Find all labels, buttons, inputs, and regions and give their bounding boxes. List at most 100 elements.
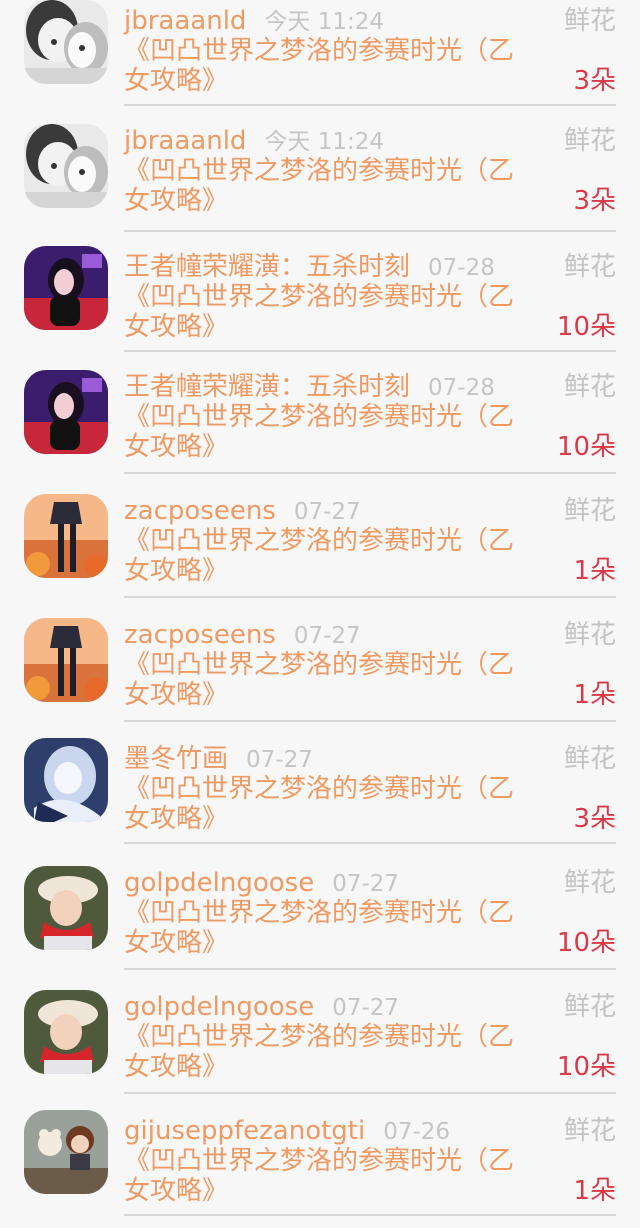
- avatar-image: [24, 124, 108, 208]
- flower-count: 1朵: [573, 556, 616, 586]
- work-title[interactable]: 《凹凸世界之梦洛的参赛时光（乙女攻略》: [124, 36, 524, 96]
- gift-type-label: 鲜花: [563, 252, 616, 282]
- list-item[interactable]: jbraaanld 今天 11:24 鲜花《凹凸世界之梦洛的参赛时光（乙女攻略》 3朵: [0, 124, 640, 232]
- flower-count: 1朵: [573, 680, 616, 710]
- avatar[interactable]: [24, 990, 108, 1074]
- record-content: zacposeens 07-27 鲜花《凹凸世界之梦洛的参赛时光（乙女攻略》 1朵: [124, 496, 616, 598]
- list-item[interactable]: golpdelngoose 07-27 鲜花《凹凸世界之梦洛的参赛时光（乙女攻略》 1…: [0, 990, 640, 1094]
- avatar-image: [24, 246, 108, 330]
- gift-type-label: 鲜花: [563, 6, 616, 36]
- list-item[interactable]: zacposeens 07-27 鲜花《凹凸世界之梦洛的参赛时光（乙女攻略》 1朵: [0, 618, 640, 722]
- username[interactable]: golpdelngoose 07-27: [124, 992, 399, 1023]
- record-content: golpdelngoose 07-27 鲜花《凹凸世界之梦洛的参赛时光（乙女攻略》 1…: [124, 992, 616, 1094]
- avatar[interactable]: [24, 1110, 108, 1194]
- gift-type-label: 鲜花: [563, 620, 616, 650]
- record-content: 墨冬竹画 07-27 鲜花 《凹凸世界之梦洛的参赛时光（乙女攻略》 3朵: [124, 744, 616, 844]
- list-item[interactable]: gijuseppfezanotgti 07-26 鲜花《凹凸世界之梦洛的参赛时光（乙…: [0, 1110, 640, 1216]
- username-text: 王者幢荣耀潢：五杀时刻: [124, 252, 411, 282]
- avatar[interactable]: [24, 370, 108, 454]
- username-text: zacposeens: [124, 496, 276, 526]
- flower-count: 1朵: [573, 1176, 616, 1206]
- list-item[interactable]: jbraaanld 今天 11:24 鲜花《凹凸世界之梦洛的参赛时光（乙女攻略》 3朵: [0, 0, 640, 106]
- list-item[interactable]: 王者幢荣耀潢：五杀时刻 07-28 鲜花 《凹凸世界之梦洛的参赛时光（乙女攻略》 10朵: [0, 370, 640, 474]
- timestamp: 07-27: [246, 747, 313, 773]
- list-item[interactable]: golpdelngoose 07-27 鲜花《凹凸世界之梦洛的参赛时光（乙女攻略》 1…: [0, 866, 640, 970]
- avatar[interactable]: [24, 866, 108, 950]
- username[interactable]: 墨冬竹画 07-27: [124, 744, 313, 775]
- avatar-image: [24, 990, 108, 1074]
- flower-count: 10朵: [556, 1052, 616, 1082]
- list-item[interactable]: 墨冬竹画 07-27 鲜花 《凹凸世界之梦洛的参赛时光（乙女攻略》 3朵: [0, 738, 640, 844]
- row-divider: [124, 968, 616, 970]
- work-title[interactable]: 《凹凸世界之梦洛的参赛时光（乙女攻略》: [124, 898, 524, 958]
- avatar-image: [24, 618, 108, 702]
- avatar-image: [24, 1110, 108, 1194]
- username[interactable]: golpdelngoose 07-27: [124, 868, 399, 899]
- username[interactable]: zacposeens 07-27: [124, 496, 361, 527]
- work-title[interactable]: 《凹凸世界之梦洛的参赛时光（乙女攻略》: [124, 1022, 524, 1082]
- avatar[interactable]: [24, 738, 108, 822]
- username[interactable]: jbraaanld 今天 11:24: [124, 126, 384, 157]
- flower-count: 3朵: [573, 66, 616, 96]
- record-content: gijuseppfezanotgti 07-26 鲜花《凹凸世界之梦洛的参赛时光（乙…: [124, 1116, 616, 1216]
- username[interactable]: 王者幢荣耀潢：五杀时刻 07-28: [124, 372, 495, 403]
- timestamp: 07-26: [383, 1119, 451, 1145]
- username-text: zacposeens: [124, 620, 276, 650]
- username-text: gijuseppfezanotgti: [124, 1116, 366, 1146]
- username-text: 墨冬竹画: [124, 744, 229, 774]
- row-divider: [124, 104, 616, 106]
- work-title[interactable]: 《凹凸世界之梦洛的参赛时光（乙女攻略》: [124, 402, 524, 462]
- timestamp: 今天 11:24: [264, 129, 385, 155]
- avatar-image: [24, 370, 108, 454]
- timestamp: 07-27: [293, 623, 361, 649]
- flower-count: 10朵: [556, 928, 616, 958]
- gift-type-label: 鲜花: [563, 496, 616, 526]
- avatar[interactable]: [24, 618, 108, 702]
- flower-count: 10朵: [556, 432, 616, 462]
- avatar[interactable]: [24, 494, 108, 578]
- username-text: golpdelngoose: [124, 992, 315, 1022]
- username[interactable]: zacposeens 07-27: [124, 620, 361, 651]
- gift-type-label: 鲜花: [563, 868, 616, 898]
- row-divider: [124, 596, 616, 598]
- work-title[interactable]: 《凹凸世界之梦洛的参赛时光（乙女攻略》: [124, 774, 524, 834]
- gift-type-label: 鲜花: [563, 1116, 616, 1146]
- gift-type-label: 鲜花: [563, 992, 616, 1022]
- work-title[interactable]: 《凹凸世界之梦洛的参赛时光（乙女攻略》: [124, 156, 524, 216]
- list-item[interactable]: 王者幢荣耀潢：五杀时刻 07-28 鲜花《凹凸世界之梦洛的参赛时光（乙女攻略》 10朵: [0, 246, 640, 352]
- timestamp: 07-27: [332, 871, 400, 897]
- username[interactable]: 王者幢荣耀潢：五杀时刻 07-28: [124, 252, 495, 283]
- work-title[interactable]: 《凹凸世界之梦洛的参赛时光（乙女攻略》: [124, 1146, 524, 1206]
- avatar[interactable]: [24, 0, 108, 84]
- avatar-image: [24, 866, 108, 950]
- timestamp: 今天 11:24: [264, 9, 385, 35]
- flower-gift-list: jbraaanld 今天 11:24 鲜花 《凹凸世界之梦洛的参赛时光（乙女攻略》 3朵…: [0, 0, 640, 1228]
- avatar-image: [24, 494, 108, 578]
- gift-type-label: 鲜花: [563, 744, 616, 774]
- record-content: 王者幢荣耀潢：五杀时刻 07-28 鲜花《凹凸世界之梦洛的参赛时光（乙女攻略》 10朵: [124, 252, 616, 352]
- avatar[interactable]: [24, 124, 108, 208]
- gift-type-label: 鲜花: [563, 126, 616, 156]
- avatar-image: [24, 0, 108, 84]
- row-divider: [124, 1092, 616, 1094]
- username-text: golpdelngoose: [124, 868, 315, 898]
- row-divider: [124, 350, 616, 352]
- avatar[interactable]: [24, 246, 108, 330]
- username[interactable]: jbraaanld 今天 11:24: [124, 6, 384, 37]
- record-content: jbraaanld 今天 11:24 鲜花《凹凸世界之梦洛的参赛时光（乙女攻略》 3朵: [124, 126, 616, 232]
- timestamp: 07-28: [428, 255, 495, 281]
- row-divider: [124, 472, 616, 474]
- record-content: 王者幢荣耀潢：五杀时刻 07-28 鲜花 《凹凸世界之梦洛的参赛时光（乙女攻略》 10朵: [124, 372, 616, 474]
- list-item[interactable]: zacposeens 07-27 鲜花《凹凸世界之梦洛的参赛时光（乙女攻略》 1朵: [0, 494, 640, 598]
- timestamp: 07-27: [293, 499, 361, 525]
- avatar-image: [24, 738, 108, 822]
- flower-count: 3朵: [573, 186, 616, 216]
- username-text: 王者幢荣耀潢：五杀时刻: [124, 372, 411, 402]
- flower-count: 10朵: [556, 312, 616, 342]
- record-content: golpdelngoose 07-27 鲜花《凹凸世界之梦洛的参赛时光（乙女攻略》 1…: [124, 868, 616, 970]
- username-text: jbraaanld: [124, 126, 247, 156]
- username[interactable]: gijuseppfezanotgti 07-26: [124, 1116, 450, 1147]
- work-title[interactable]: 《凹凸世界之梦洛的参赛时光（乙女攻略》: [124, 282, 524, 342]
- work-title[interactable]: 《凹凸世界之梦洛的参赛时光（乙女攻略》: [124, 650, 524, 710]
- work-title[interactable]: 《凹凸世界之梦洛的参赛时光（乙女攻略》: [124, 526, 524, 586]
